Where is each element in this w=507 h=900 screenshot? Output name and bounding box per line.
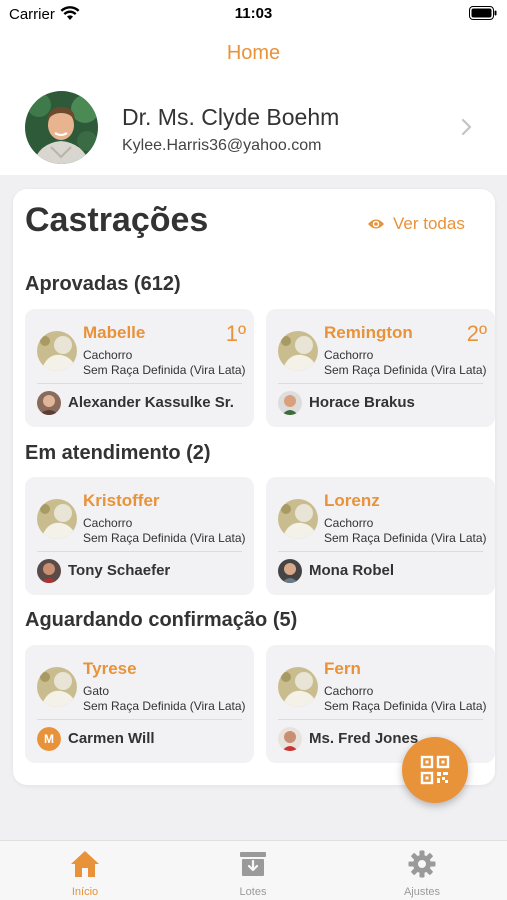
pet-breed: Sem Raça Definida (Vira Lata) [83,363,246,377]
pet-name: Remington [324,323,413,342]
list-item[interactable]: Remington 2º Cachorro Sem Raça Definida … [266,309,495,427]
view-all-label: Ver todas [393,214,465,233]
pet-photo [37,331,77,371]
pet-breed: Sem Raça Definida (Vira Lata) [324,531,487,545]
pet-name: Lorenz [324,491,380,510]
battery-icon [469,6,497,20]
pet-species: Cachorro [324,516,374,530]
tab-inicio[interactable]: Início [25,841,145,900]
divider [278,383,483,384]
card-title: Castrações [25,201,209,239]
user-avatar [25,91,98,164]
pet-species: Cachorro [83,348,133,362]
pet-breed: Sem Raça Definida (Vira Lata) [83,699,246,713]
pet-species: Cachorro [324,684,374,698]
owner-initial: M [37,727,61,751]
pet-name: Kristoffer [83,491,160,510]
rank-badge: 1º [225,321,246,346]
owner-avatar: M [37,727,61,751]
pet-breed: Sem Raça Definida (Vira Lata) [83,531,246,545]
user-email: Kylee.Harris36@yahoo.com [122,137,322,154]
owner-avatar [278,391,302,415]
section-title-aprovadas: Aprovadas (612) [25,273,181,295]
user-name: Dr. Ms. Clyde Boehm [122,104,340,130]
pet-species: Cachorro [83,516,133,530]
tab-ajustes[interactable]: Ajustes [362,841,482,900]
list-item[interactable]: Mabelle 1º Cachorro Sem Raça Definida (V… [25,309,254,427]
qr-code-icon [420,755,450,785]
pet-photo [278,667,318,707]
pet-species: Cachorro [324,348,374,362]
section-title-aguardando: Aguardando confirmação (5) [25,609,298,631]
owner-name: Ms. Fred Jones [309,730,419,747]
page-title: Home [226,42,281,64]
owner-avatar [278,727,302,751]
divider [37,551,242,552]
owner-name: Alexander Kassulke Sr. [68,394,234,411]
eye-icon [368,219,384,229]
list-item[interactable]: Fern Cachorro Sem Raça Definida (Vira La… [266,645,495,763]
profile-header[interactable]: Dr. Ms. Clyde Boehm Kylee.Harris36@yahoo… [0,80,507,175]
divider [278,551,483,552]
divider [278,719,483,720]
tab-label: Lotes [239,886,267,898]
pet-breed: Sem Raça Definida (Vira Lata) [324,699,487,713]
pet-photo [278,331,318,371]
pet-species: Gato [83,684,110,698]
owner-avatar [37,559,61,583]
pet-name: Tyrese [83,659,137,678]
pet-name: Mabelle [83,323,146,342]
home-icon [71,851,99,877]
divider [37,383,242,384]
navigation-bar: Home [0,30,507,80]
tab-bar: Início Lotes Ajustes [0,840,507,900]
owner-name: Carmen Will [68,730,155,747]
pet-photo [278,499,318,539]
owner-name: Mona Robel [309,562,394,579]
castracoes-card: Castrações Ver todas Aprovadas (612) Mab… [13,189,495,785]
clock: 11:03 [234,5,273,22]
pet-breed: Sem Raça Definida (Vira Lata) [324,363,487,377]
owner-name: Tony Schaefer [68,562,171,579]
tab-label: Início [71,886,99,898]
view-all-button[interactable]: Ver todas [367,213,465,235]
pet-name: Fern [324,659,361,678]
archive-icon [240,852,266,876]
pet-photo [37,499,77,539]
tab-label: Ajustes [403,886,441,898]
section-title-em-atendimento: Em atendimento (2) [25,442,211,464]
rank-badge: 2º [466,321,487,346]
tab-lotes[interactable]: Lotes [193,841,313,900]
owner-avatar [278,559,302,583]
list-item[interactable]: Kristoffer Cachorro Sem Raça Definida (V… [25,477,254,595]
status-bar: Carrier 11:03 [0,0,507,30]
chevron-right-icon [461,118,472,136]
pet-photo [37,667,77,707]
list-item[interactable]: Lorenz Cachorro Sem Raça Definida (Vira … [266,477,495,595]
divider [37,719,242,720]
qr-code-button[interactable] [402,737,468,803]
gear-icon [408,850,436,878]
owner-name: Horace Brakus [309,394,415,411]
owner-avatar [37,391,61,415]
list-item[interactable]: Tyrese Gato Sem Raça Definida (Vira Lata… [25,645,254,763]
